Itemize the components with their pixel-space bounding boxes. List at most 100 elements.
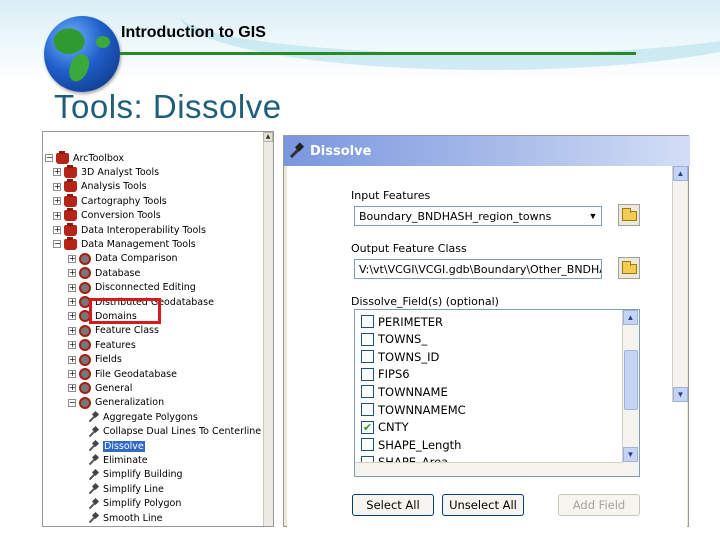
- fields-vertical-scrollbar[interactable]: ▲ ▼: [622, 310, 639, 476]
- field-checkbox-row[interactable]: PERIMETER: [361, 313, 443, 330]
- expand-icon[interactable]: +: [68, 283, 76, 292]
- tree-item[interactable]: + Features: [68, 338, 136, 352]
- tree-item[interactable]: Simplify Building: [87, 468, 183, 482]
- header-rule: [120, 52, 636, 55]
- input-features-label: Input Features: [351, 189, 431, 202]
- arctoolbox-panel[interactable]: − ArcToolbox +3D Analyst Tools + Analysis To…: [42, 131, 274, 527]
- tree-item[interactable]: + Conversion Tools: [53, 208, 161, 223]
- tree-item-label: ArcToolbox: [73, 152, 125, 164]
- tree-item[interactable]: +3D Analyst Tools: [53, 164, 160, 179]
- tree-item[interactable]: + Database: [68, 266, 140, 280]
- tree-item[interactable]: + Fields: [68, 353, 122, 367]
- field-checkbox[interactable]: ✔: [361, 420, 374, 434]
- tree-item-label: Generalization: [95, 397, 165, 409]
- browse-output-button[interactable]: [618, 257, 640, 279]
- dissolve-fields-label: Dissolve_Field(s) (optional): [351, 295, 499, 308]
- expand-icon[interactable]: +: [53, 211, 61, 220]
- tree-item-label: Disconnected Editing: [95, 282, 196, 294]
- input-features-dropdown[interactable]: Boundary_BNDHASH_region_towns: [354, 206, 602, 226]
- tree-item-label: Database: [95, 267, 141, 279]
- scroll-down-arrow-icon[interactable]: ▼: [623, 447, 638, 462]
- field-checkbox[interactable]: [361, 403, 374, 416]
- dissolve-highlight-box: [89, 298, 161, 324]
- tree-item[interactable]: Collapse Dual Lines To Centerline: [87, 425, 261, 439]
- tree-item[interactable]: Simplify Polygon: [87, 497, 181, 511]
- dialog-vertical-scrollbar[interactable]: ▲ ▼: [672, 166, 688, 402]
- field-checkbox[interactable]: [361, 367, 374, 381]
- tree-item[interactable]: + Disconnected Editing: [68, 281, 196, 295]
- field-checkbox-row[interactable]: TOWNNAMEMC: [361, 401, 466, 418]
- field-checkbox-row[interactable]: TOWNNAME: [361, 383, 448, 400]
- collapse-icon[interactable]: −: [68, 398, 76, 407]
- tree-item[interactable]: Smooth Line: [87, 511, 162, 525]
- scroll-thumb[interactable]: [624, 350, 638, 410]
- field-checkbox-row[interactable]: FIPS6: [361, 366, 410, 383]
- tree-item-label: Data Comparison: [95, 253, 178, 265]
- tree-item[interactable]: − Data Management Tools: [53, 236, 196, 251]
- field-checkbox-row[interactable]: ✔ CNTY: [361, 419, 409, 436]
- toolset-icon: [79, 267, 91, 280]
- field-checkbox[interactable]: [361, 385, 374, 399]
- unselect-all-button[interactable]: Unselect All: [442, 494, 524, 516]
- field-checkbox-row[interactable]: TOWNS_: [361, 331, 427, 348]
- chevron-down-icon[interactable]: ▼: [585, 208, 601, 224]
- tree-item-label: 3D Analyst Tools: [81, 166, 160, 178]
- field-name: TOWNS_ID: [378, 349, 440, 364]
- field-checkbox[interactable]: [361, 332, 374, 346]
- dialog-title-bar: Dissolve: [284, 136, 690, 166]
- field-name: FIPS6: [378, 367, 410, 382]
- expand-icon[interactable]: +: [53, 182, 61, 191]
- field-checkbox[interactable]: [361, 350, 374, 364]
- collapse-icon[interactable]: −: [53, 240, 61, 249]
- tree-item[interactable]: + General: [68, 381, 132, 395]
- output-class-field[interactable]: V:\vt\VCGI\VCGI.gdb\Boundary\Other_BNDHA…: [354, 259, 602, 279]
- field-name: SHAPE_Length: [378, 437, 462, 452]
- expand-icon[interactable]: +: [68, 269, 76, 278]
- tree-item[interactable]: + Feature Class: [68, 324, 159, 338]
- tree-item[interactable]: Aggregate Polygons: [87, 410, 198, 424]
- expand-icon[interactable]: +: [68, 384, 76, 393]
- expand-icon[interactable]: +: [68, 298, 76, 306]
- expand-icon[interactable]: +: [53, 226, 61, 234]
- tree-item-label: Dissolve: [103, 440, 145, 452]
- dissolve-fields-list[interactable]: PERIMETER TOWNS_ TOWNS_ID FIPS6 TOWNNAME TOWN…: [354, 309, 640, 477]
- tool-hammer-icon: [87, 426, 99, 438]
- tree-item[interactable]: − ArcToolbox: [45, 150, 125, 165]
- tree-item[interactable]: + Data Comparison: [68, 252, 178, 266]
- expand-icon[interactable]: +: [53, 197, 61, 206]
- tree-item[interactable]: + Analysis Tools: [53, 179, 147, 194]
- fields-horizontal-scrollbar[interactable]: [355, 462, 623, 476]
- expand-icon[interactable]: +: [53, 168, 61, 177]
- scroll-up-arrow-icon[interactable]: ▲: [623, 310, 638, 325]
- add-field-button[interactable]: Add Field: [558, 494, 640, 516]
- select-all-button[interactable]: Select All: [352, 494, 434, 516]
- tree-item[interactable]: + Cartography Tools: [53, 193, 167, 208]
- field-checkbox[interactable]: [361, 315, 374, 328]
- field-checkbox-row[interactable]: SHAPE_Length: [361, 436, 461, 453]
- tree-item[interactable]: Eliminate: [87, 453, 148, 467]
- tree-item-label: Conversion Tools: [81, 210, 161, 222]
- scroll-up-arrow-icon[interactable]: ▲: [673, 166, 688, 181]
- tree-item[interactable]: + Data Interoperability Tools: [53, 222, 206, 237]
- expand-icon[interactable]: +: [68, 254, 76, 263]
- scroll-up-arrow-icon[interactable]: ▲: [263, 132, 273, 142]
- browse-input-button[interactable]: [618, 204, 640, 226]
- tree-item[interactable]: Simplify Line: [87, 482, 164, 496]
- toolset-icon: [79, 339, 91, 352]
- expand-icon[interactable]: +: [68, 370, 76, 378]
- expand-icon[interactable]: +: [68, 312, 76, 321]
- tree-item[interactable]: Dissolve: [87, 439, 145, 453]
- field-checkbox[interactable]: [361, 438, 374, 452]
- expand-icon[interactable]: +: [68, 355, 76, 364]
- tool-hammer-icon: [87, 512, 99, 524]
- toolbox-vertical-scrollbar[interactable]: ▲: [263, 132, 273, 526]
- expand-icon[interactable]: +: [68, 326, 76, 335]
- tree-item[interactable]: − Generalization: [68, 396, 164, 410]
- collapse-icon[interactable]: −: [45, 154, 53, 162]
- expand-icon[interactable]: +: [68, 341, 76, 350]
- field-checkbox-row[interactable]: TOWNS_ID: [361, 348, 439, 365]
- toolbox-icon: [64, 193, 77, 207]
- toolbox-icon: [64, 164, 77, 178]
- tree-item[interactable]: + File Geodatabase: [68, 367, 177, 381]
- scroll-down-arrow-icon[interactable]: ▼: [673, 387, 688, 402]
